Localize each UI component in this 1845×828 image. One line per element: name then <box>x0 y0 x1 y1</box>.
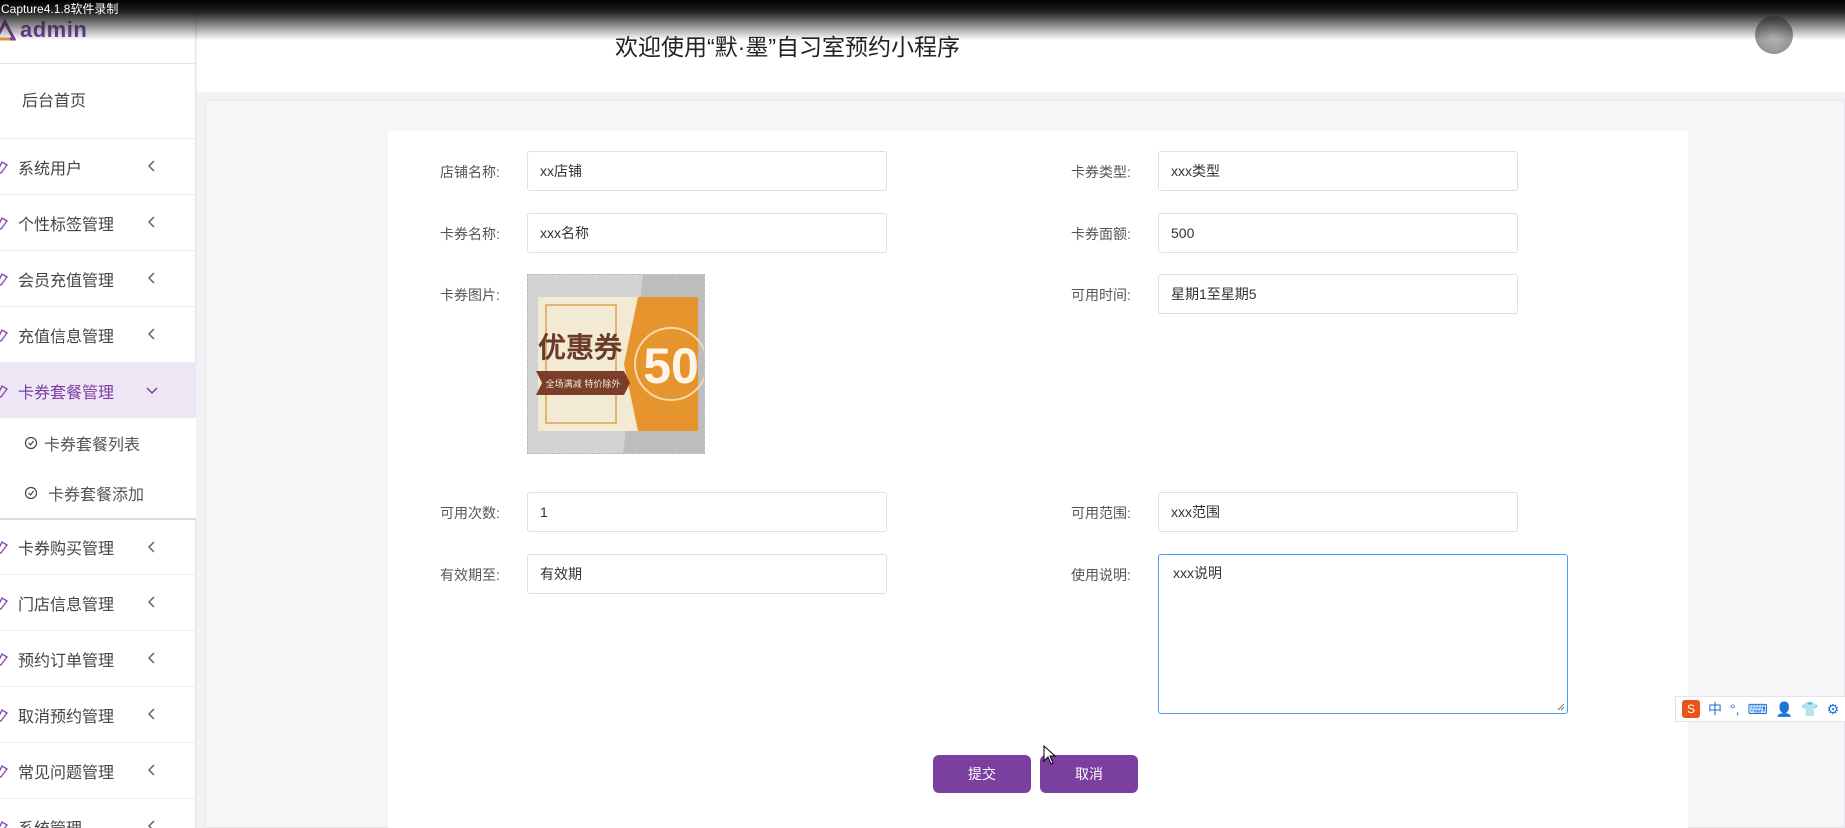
tag-icon <box>0 541 9 554</box>
available-count-input[interactable]: 1 <box>527 492 887 532</box>
sidebar-item-label: 取消预约管理 <box>18 708 115 726</box>
sidebar-item-coupon-purchase[interactable]: 卡券购买管理 <box>0 518 196 574</box>
chevron-down-icon <box>146 387 158 395</box>
coupon-title-text: 优惠券 <box>538 331 623 364</box>
tag-icon <box>0 328 9 342</box>
chevron-left-icon <box>147 820 155 828</box>
settings-icon[interactable]: ⚙ <box>1827 701 1840 718</box>
skin-icon[interactable]: 👕 <box>1801 701 1818 718</box>
card-type-input[interactable]: xxx类型 <box>1158 151 1518 191</box>
sidebar-item-member-recharge[interactable]: 会员充值管理 <box>0 250 196 306</box>
sidebar-item-label: 系统管理 <box>18 815 82 828</box>
sidebar-item-label: 门店信息管理 <box>18 596 115 614</box>
top-header: 欢迎使用“默·墨”自习室预约小程序 <box>197 0 1845 92</box>
sidebar-item-bookings[interactable]: 预约订单管理 <box>0 630 196 686</box>
tag-icon <box>0 272 9 286</box>
sidebar-item-system-settings[interactable]: 系统管理 <box>0 798 196 828</box>
shop-name-label: 店铺名称: <box>440 164 500 180</box>
sidebar: admin 后台首页 系统用户 个性标签管理 会员充值管理 充值信息管理 卡券套… <box>0 0 196 828</box>
capture-banner-text: Capture4.1.8软件录制 <box>1 2 119 16</box>
chevron-left-icon <box>147 216 155 228</box>
card-image-label: 卡券图片: <box>440 287 500 303</box>
tag-icon <box>0 216 9 230</box>
chevron-left-icon <box>147 541 155 553</box>
ime-toolbar: S 中 °, ⌨ 👤 👕 ⚙ <box>1675 696 1845 722</box>
sidebar-item-label: 充值信息管理 <box>18 328 115 346</box>
ime-punctuation-icon[interactable]: °, <box>1730 701 1740 717</box>
chevron-left-icon <box>147 596 155 608</box>
chevron-left-icon <box>147 764 155 776</box>
submit-button[interactable]: 提交 <box>933 755 1031 793</box>
usage-note-textarea[interactable]: xxx说明 <box>1158 554 1568 714</box>
sidebar-subitem-coupon-add[interactable]: 卡券套餐添加 <box>0 468 196 518</box>
sidebar-item-label: 会员充值管理 <box>18 272 115 290</box>
sidebar-item-coupon-packages[interactable]: 卡券套餐管理 <box>0 362 196 418</box>
tag-icon <box>0 384 9 398</box>
chevron-left-icon <box>147 272 155 284</box>
coupon-image: 50 优惠券 全场满减 特价除外 <box>528 275 704 453</box>
available-scope-label: 可用范围: <box>1071 505 1131 521</box>
card-face-value-input[interactable]: 500 <box>1158 213 1518 253</box>
logo-icon <box>0 19 16 41</box>
valid-until-input[interactable]: 有效期 <box>527 554 887 594</box>
card-type-label: 卡券类型: <box>1071 164 1131 180</box>
tag-icon <box>0 708 9 722</box>
sidebar-subitem-label: 卡券套餐列表 <box>44 437 141 454</box>
sidebar-item-label: 卡券套餐管理 <box>18 384 115 402</box>
chevron-left-icon <box>147 160 155 172</box>
sidebar-item-system-users[interactable]: 系统用户 <box>0 138 196 194</box>
chevron-left-icon <box>147 652 155 664</box>
sidebar-subitem-label: 卡券套餐添加 <box>48 487 145 504</box>
sidebar-item-label: 预约订单管理 <box>18 652 115 670</box>
coupon-amount-text: 50 <box>643 338 699 394</box>
chevron-left-icon <box>147 708 155 720</box>
ime-language-toggle[interactable]: 中 <box>1708 699 1722 719</box>
logo-divider <box>0 63 196 64</box>
tag-icon <box>0 596 9 610</box>
sidebar-item-home[interactable]: 后台首页 <box>0 78 196 126</box>
sidebar-item-label: 系统用户 <box>18 160 83 178</box>
sidebar-item-label: 卡券购买管理 <box>18 541 115 558</box>
check-circle-icon <box>24 486 38 500</box>
sidebar-item-tags[interactable]: 个性标签管理 <box>0 194 196 250</box>
avatar[interactable] <box>1755 16 1793 54</box>
tag-icon <box>0 652 9 666</box>
check-circle-icon <box>24 436 38 450</box>
logo-text: admin <box>20 17 88 42</box>
available-count-label: 可用次数: <box>440 505 500 521</box>
sidebar-item-recharge-info[interactable]: 充值信息管理 <box>0 306 196 362</box>
ime-logo-icon[interactable]: S <box>1682 700 1700 718</box>
card-name-label: 卡券名称: <box>440 226 500 242</box>
card-face-value-label: 卡券面额: <box>1071 226 1131 242</box>
coupon-banner-text: 全场满减 特价除外 <box>546 378 621 390</box>
chevron-left-icon <box>147 328 155 340</box>
available-scope-input[interactable]: xxx范围 <box>1158 492 1518 532</box>
keyboard-icon[interactable]: ⌨ <box>1748 701 1768 718</box>
mouse-cursor-icon <box>1043 745 1057 765</box>
available-time-label: 可用时间: <box>1071 287 1131 303</box>
resize-grip-icon[interactable] <box>1557 703 1565 711</box>
available-time-input[interactable]: 星期1至星期5 <box>1158 274 1518 314</box>
sidebar-menu: 系统用户 个性标签管理 会员充值管理 充值信息管理 卡券套餐管理 卡券套餐列表 <box>0 138 196 828</box>
sidebar-item-cancellations[interactable]: 取消预约管理 <box>0 686 196 742</box>
sidebar-item-faq[interactable]: 常见问题管理 <box>0 742 196 798</box>
sidebar-item-label: 个性标签管理 <box>18 216 115 234</box>
sidebar-item-store-info[interactable]: 门店信息管理 <box>0 574 196 630</box>
coupon-image-uploader[interactable]: 50 优惠券 全场满减 特价除外 <box>527 274 705 454</box>
tag-icon <box>0 764 9 778</box>
usage-note-text: xxx说明 <box>1173 565 1222 581</box>
page-title: 欢迎使用“默·墨”自习室预约小程序 <box>615 34 960 60</box>
usage-note-label: 使用说明: <box>1071 567 1131 583</box>
tag-icon <box>0 160 9 174</box>
tag-icon <box>0 820 9 828</box>
valid-until-label: 有效期至: <box>440 567 500 583</box>
shop-name-input[interactable]: xx店铺 <box>527 151 887 191</box>
sidebar-subitem-coupon-list[interactable]: 卡券套餐列表 <box>0 418 196 468</box>
card-name-input[interactable]: xxx名称 <box>527 213 887 253</box>
sidebar-item-label: 常见问题管理 <box>18 764 115 782</box>
user-icon[interactable]: 👤 <box>1776 701 1793 718</box>
